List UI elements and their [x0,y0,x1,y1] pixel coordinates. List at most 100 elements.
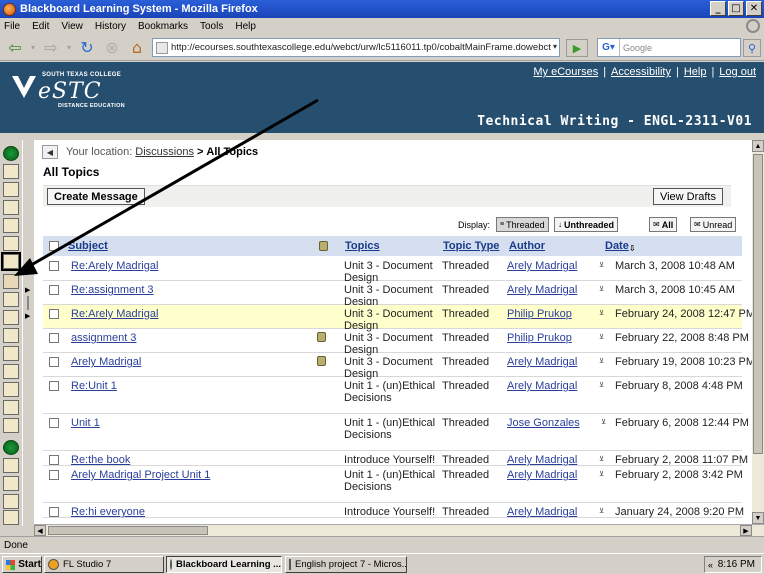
sort-desc-icon[interactable]: ⇩ [629,244,636,253]
expand-arrow-icon[interactable]: ▶ [25,286,30,294]
message-subject-link[interactable]: Re:Unit 1 [71,380,117,392]
row-checkbox[interactable] [49,261,59,271]
author-profile-icon[interactable]: ⊻ [599,470,609,479]
row-checkbox[interactable] [49,470,59,480]
help-link[interactable]: Help [684,66,707,78]
scroll-up-icon[interactable]: ▲ [752,140,764,152]
who-is-online-icon[interactable] [3,310,19,325]
message-subject-link[interactable]: Unit 1 [71,417,100,429]
search-icon[interactable]: ⚲ [743,39,761,57]
start-button[interactable]: Start [2,556,42,573]
message-subject-link[interactable]: Re:assignment 3 [71,284,154,296]
taskbar-item-firefox[interactable]: Blackboard Learning ... [166,556,282,573]
back-dropdown-icon[interactable]: ▾ [29,38,37,58]
manage-icon[interactable] [3,458,19,473]
unread-messages-toggle[interactable]: ✉ Unread [690,217,737,232]
close-button[interactable]: ✕ [746,1,762,16]
message-author-link[interactable]: Jose Gonzales [507,417,580,429]
menu-bookmarks[interactable]: Bookmarks [138,21,188,32]
syllabus-icon[interactable] [3,182,19,197]
content-module-icon[interactable] [3,200,19,215]
menu-tools[interactable]: Tools [200,21,223,32]
stop-icon[interactable]: ⊗ [101,38,123,58]
reports-icon[interactable] [3,494,19,509]
row-checkbox[interactable] [49,418,59,428]
message-author-link[interactable]: Arely Madrigal [507,469,577,481]
panel-splitter[interactable]: ▶ ▶ [22,140,34,526]
menu-edit[interactable]: Edit [32,21,49,32]
google-engine-icon[interactable]: G▾ [598,39,620,56]
splitter-grip-icon[interactable] [27,296,29,310]
threaded-toggle[interactable]: ≡ Threaded [496,217,549,232]
row-checkbox[interactable] [49,285,59,295]
author-profile-icon[interactable]: ⊻ [599,357,609,366]
scroll-right-icon[interactable]: ▶ [740,525,752,536]
search-tool-icon[interactable] [3,364,19,379]
author-column-header[interactable]: Author [509,240,545,252]
accessibility-link[interactable]: Accessibility [611,66,671,78]
forward-arrow-icon[interactable]: ⇨ [40,38,62,58]
vertical-scrollbar[interactable]: ▲ ▼ [752,140,764,524]
forward-dropdown-icon[interactable]: ▾ [65,38,73,58]
roster-icon[interactable] [3,328,19,343]
menu-file[interactable]: File [4,21,20,32]
calendar-icon[interactable] [3,218,19,233]
horizontal-scroll-thumb[interactable] [48,526,208,535]
tray-expand-icon[interactable]: « [708,560,713,570]
taskbar-item-word[interactable]: English project 7 - Micros... [285,556,407,573]
author-profile-icon[interactable]: ⊻ [599,285,609,294]
chat-icon[interactable] [3,236,19,251]
back-nav-icon[interactable]: ◀ [42,145,58,159]
menu-help[interactable]: Help [235,21,256,32]
message-subject-link[interactable]: Re:Arely Madrigal [71,308,158,320]
menu-view[interactable]: View [61,21,83,32]
message-subject-link[interactable]: Re:Arely Madrigal [71,260,158,272]
topic-type-column-header[interactable]: Topic Type [443,240,499,252]
row-checkbox[interactable] [49,507,59,517]
author-profile-icon[interactable]: ⊻ [599,381,609,390]
message-author-link[interactable]: Philip Prukop [507,308,572,320]
files-icon[interactable] [3,510,19,525]
author-profile-icon[interactable]: ⊻ [599,507,609,516]
topics-column-header[interactable]: Topics [345,240,380,252]
go-arrow-icon[interactable]: ▶ [566,39,588,57]
url-dropdown-icon[interactable]: ▾ [553,42,557,51]
create-message-button[interactable]: Create Message [47,188,145,205]
subject-column-header[interactable]: Subject [68,240,108,252]
people-icon[interactable] [3,346,19,361]
message-subject-link[interactable]: Arely Madrigal Project Unit 1 [71,469,210,481]
message-author-link[interactable]: Arely Madrigal [507,454,577,466]
row-checkbox[interactable] [49,381,59,391]
minimize-button[interactable]: _ [710,1,726,16]
row-checkbox[interactable] [49,309,59,319]
home-page-icon[interactable] [3,164,19,179]
view-drafts-button[interactable]: View Drafts [652,188,723,205]
message-author-link[interactable]: Philip Prukop [507,332,572,344]
breadcrumb-discussions-link[interactable]: Discussions [135,146,194,158]
search-input[interactable]: G▾ Google [597,38,741,57]
row-checkbox[interactable] [49,455,59,465]
discussions-icon[interactable] [1,252,21,271]
author-profile-icon[interactable]: ⊻ [599,261,609,270]
row-checkbox[interactable] [49,333,59,343]
my-ecourses-link[interactable]: My eCourses [533,66,598,78]
message-subject-link[interactable]: Re:hi everyone [71,506,145,518]
message-author-link[interactable]: Arely Madrigal [507,284,577,296]
author-profile-icon[interactable]: ⊻ [599,309,609,318]
notes-icon[interactable] [3,382,19,397]
message-subject-link[interactable]: Re:the book [71,454,130,466]
mail-icon[interactable] [3,274,19,289]
author-profile-icon[interactable]: ⊻ [599,455,609,464]
maximize-button[interactable]: □ [728,1,744,16]
expand-arrow-icon-2[interactable]: ▶ [25,312,30,320]
reload-icon[interactable]: ↻ [76,38,98,58]
all-messages-toggle[interactable]: ✉ All [649,217,678,232]
collapse-menu-icon[interactable] [3,146,19,161]
vertical-scroll-thumb[interactable] [753,154,763,454]
tools-icon[interactable] [3,418,19,433]
message-subject-link[interactable]: assignment 3 [71,332,136,344]
scroll-left-icon[interactable]: ◀ [34,525,46,536]
home-icon[interactable]: ⌂ [126,38,148,58]
log-out-link[interactable]: Log out [719,66,756,78]
message-author-link[interactable]: Arely Madrigal [507,506,577,518]
